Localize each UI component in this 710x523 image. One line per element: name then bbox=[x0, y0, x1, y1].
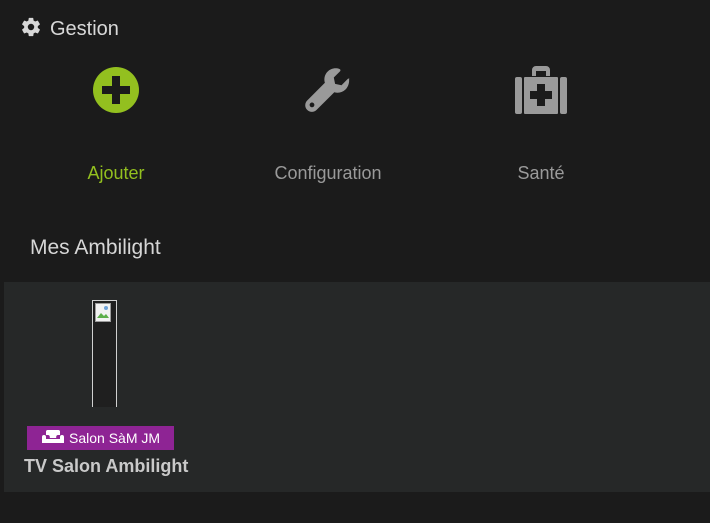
broken-image-icon bbox=[95, 303, 113, 323]
device-thumbnail bbox=[92, 300, 117, 407]
add-label: Ajouter bbox=[87, 163, 145, 183]
add-button[interactable]: Ajouter bbox=[10, 60, 222, 190]
health-label: Santé bbox=[517, 163, 565, 183]
management-actions: Ajouter Configuration Santé bbox=[10, 60, 650, 200]
medkit-icon bbox=[515, 66, 567, 119]
device-card[interactable]: Salon SàM JM TV Salon Ambilight bbox=[22, 298, 212, 483]
sofa-icon bbox=[42, 429, 64, 447]
configuration-label: Configuration bbox=[274, 163, 382, 183]
device-name: TV Salon Ambilight bbox=[24, 456, 189, 476]
room-name: Salon SàM JM bbox=[69, 430, 161, 446]
add-circle-icon bbox=[92, 66, 140, 119]
room-badge: Salon SàM JM bbox=[27, 426, 175, 450]
devices-panel: Salon SàM JM TV Salon Ambilight bbox=[4, 282, 710, 492]
gestion-title: Gestion bbox=[50, 18, 119, 40]
wrench-icon bbox=[303, 66, 353, 121]
gear-icon bbox=[20, 16, 42, 43]
section-title: Mes Ambilight bbox=[30, 236, 161, 259]
configuration-button[interactable]: Configuration bbox=[222, 60, 434, 190]
health-button[interactable]: Santé bbox=[435, 60, 647, 190]
gestion-header: Gestion bbox=[20, 16, 119, 43]
